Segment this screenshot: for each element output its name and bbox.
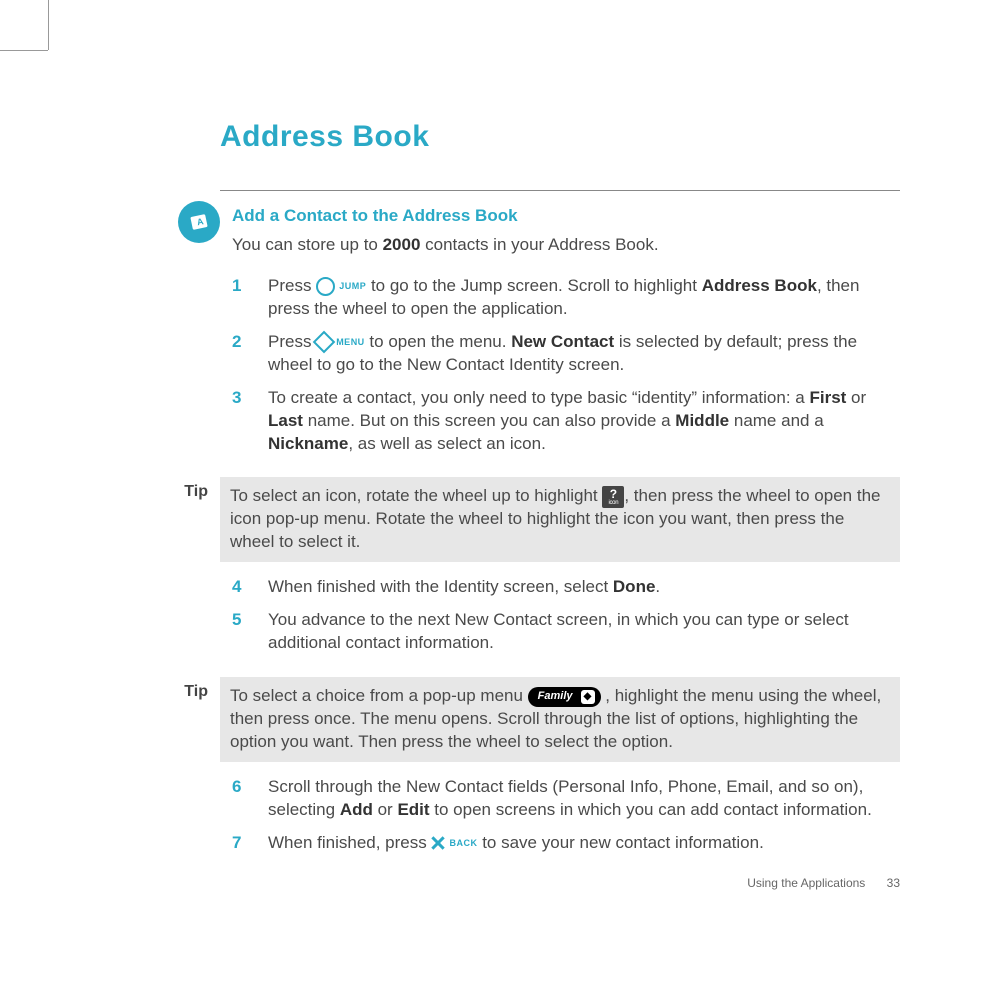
step-1: 1 Press JUMP to go to the Jump screen. S… [232,275,900,321]
divider [220,190,900,191]
chevron-updown-icon: ◆ [581,690,595,704]
step-7: 7 When finished, press BACK to save your… [232,832,900,855]
footer-section: Using the Applications [747,876,865,890]
popup-menu-example: Family◆ [528,687,601,707]
step-3: 3 To create a contact, you only need to … [232,387,900,456]
page-number: 33 [887,876,900,890]
tip-2: Tip To select a choice from a pop-up men… [160,677,900,762]
tip-label: Tip [160,677,220,701]
page-title: Address Book [220,120,900,154]
section-heading: Add a Contact to the Address Book [232,205,900,228]
back-key-icon: BACK [431,836,477,850]
step-6: 6 Scroll through the New Contact fields … [232,776,900,822]
intro-text: You can store up to 2000 contacts in you… [232,234,900,257]
step-4: 4 When finished with the Identity screen… [232,576,900,599]
address-book-icon: A [178,201,220,243]
question-icon: ?icon [602,486,624,508]
step-2: 2 Press MENU to open the menu. New Conta… [232,331,900,377]
tip-label: Tip [160,477,220,501]
page-footer: Using the Applications 33 [747,876,900,890]
menu-key-icon: MENU [316,334,365,350]
tip-1: Tip To select an icon, rotate the wheel … [160,477,900,562]
step-5: 5 You advance to the next New Contact sc… [232,609,900,655]
jump-key-icon: JUMP [316,277,366,296]
